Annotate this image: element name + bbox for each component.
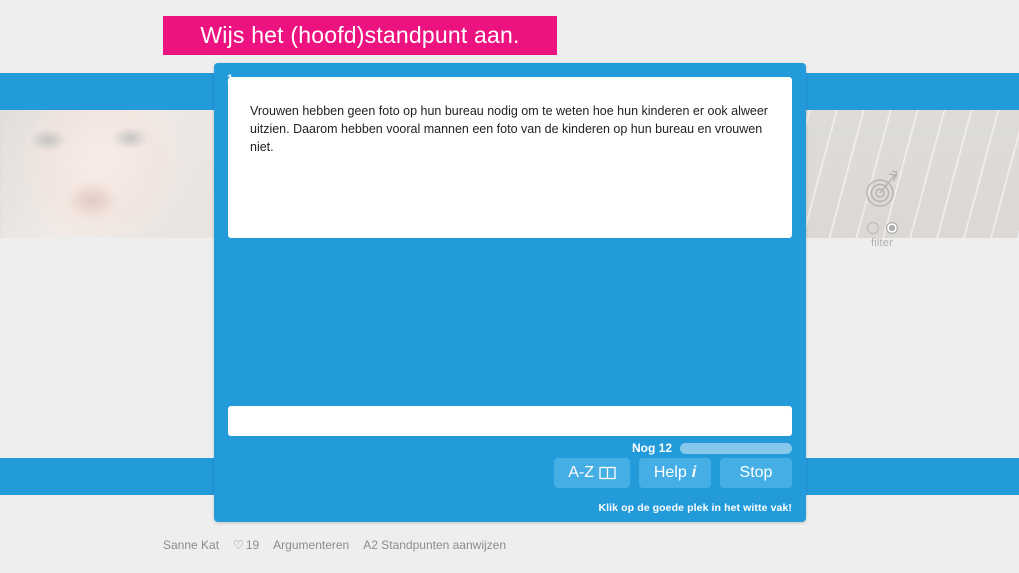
- footer-user-name: Sanne Kat: [163, 538, 220, 552]
- progress-row: Nog 12: [632, 441, 792, 455]
- az-button-label: A-Z: [568, 464, 594, 481]
- stop-button[interactable]: Stop: [720, 458, 792, 488]
- instruction-hint: Klik op de goede plek in het witte vak!: [598, 502, 792, 514]
- footer-heart-count: 19: [245, 538, 260, 552]
- app-root: Wijs het (hoofd)standpunt aan. filter 1: [0, 0, 1019, 573]
- statement-panel[interactable]: Vrouwen hebben geen foto op hun bureau n…: [228, 77, 792, 238]
- progress-label: Nog 12: [631, 441, 672, 455]
- filter-radio-group[interactable]: [858, 222, 906, 234]
- page-title: Wijs het (hoofd)standpunt aan.: [200, 22, 520, 48]
- book-icon: [599, 466, 616, 480]
- exercise-dialog: 1 Vrouwen hebben geen foto op hun bureau…: [214, 63, 806, 522]
- help-button-label: Help: [653, 464, 687, 481]
- dialog-button-row: A-Z Help i Stop: [554, 458, 792, 488]
- stop-button-label: Stop: [739, 464, 773, 481]
- help-button[interactable]: Help i: [639, 458, 711, 488]
- progress-bar: [680, 442, 792, 454]
- filter-radio-option-1[interactable]: [866, 222, 879, 234]
- az-button[interactable]: A-Z: [554, 458, 630, 488]
- footer-score: ♡ 19: [233, 538, 259, 552]
- footer-category: Argumenteren: [273, 538, 350, 552]
- footer-lesson: A2 Standpunten aanwijzen: [363, 538, 506, 552]
- page-title-banner: Wijs het (hoofd)standpunt aan.: [163, 16, 557, 55]
- filter-widget[interactable]: filter: [858, 168, 906, 249]
- filter-label: filter: [871, 237, 893, 249]
- info-i-icon: i: [691, 464, 697, 481]
- question-number-badge: 1: [227, 73, 234, 85]
- filter-radio-option-2[interactable]: [885, 222, 898, 234]
- target-icon: [858, 168, 906, 215]
- answer-input[interactable]: [228, 406, 792, 436]
- footer: Sanne Kat ♡ 19 Argumenteren A2 Standpunte…: [163, 538, 506, 552]
- background-portrait-image: [0, 110, 250, 238]
- heart-icon: ♡: [233, 538, 244, 552]
- statement-text: Vrouwen hebben geen foto op hun bureau n…: [250, 104, 768, 154]
